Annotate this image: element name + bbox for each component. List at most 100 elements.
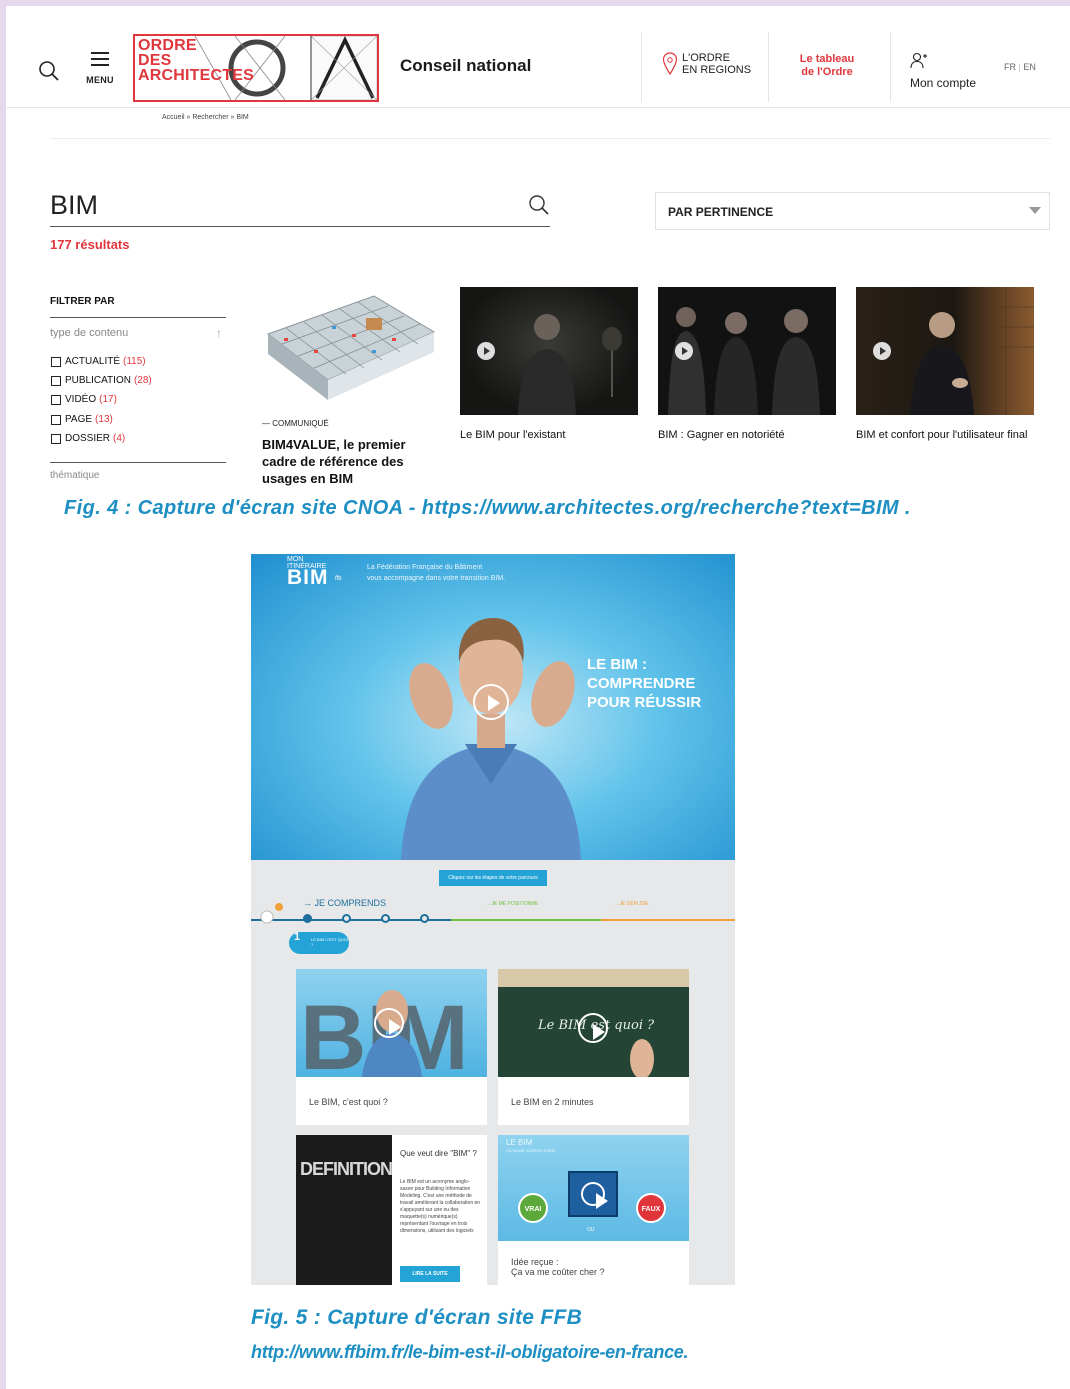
hero-intro: La Fédération Française du Bâtiment vous… [367, 564, 506, 582]
definition-word: DEFINITION [300, 1159, 393, 1179]
ffb-screenshot: MON ITINÉRAIRE BIM ffb La Fédération Fra… [251, 554, 735, 1285]
menu-label: MENU [86, 75, 114, 85]
filter-option-count: (13) [95, 414, 113, 425]
bim-model-image [266, 295, 436, 400]
card-caption: Le BIM en 2 minutes [511, 1097, 594, 1107]
ordre-logo[interactable]: ORDRE DES ARCHITECTES [133, 34, 379, 102]
tableau-link[interactable]: Le tableau de l'Ordre [782, 53, 872, 79]
video-thumbnail[interactable] [856, 287, 1034, 415]
card-media: Le BIM est quoi ? [498, 969, 689, 1079]
filter-option-label: VIDÉO [65, 394, 97, 405]
false-button[interactable]: FAUX [636, 1193, 666, 1223]
filter-group-thematique[interactable]: thématique [50, 470, 99, 481]
search-underline [50, 226, 550, 227]
timeline-step[interactable] [381, 914, 390, 923]
header-divider [641, 32, 642, 102]
timeline-step[interactable] [342, 914, 351, 923]
steps-button[interactable]: Cliquez sur les étapes de votre parcours [439, 870, 547, 886]
content-card[interactable]: LE BIM ÇA VA ME COÛTER CHER VRAI OU FAUX… [498, 1135, 689, 1285]
definition-image: DEFINITION [296, 1135, 393, 1285]
filter-option-publication[interactable]: PUBLICATION (28) [51, 375, 152, 386]
play-icon[interactable] [473, 684, 509, 720]
video-title[interactable]: Le BIM pour l'existant [460, 427, 638, 444]
step-badge[interactable]: 1 LE BIM C'EST QUOI ? [289, 932, 349, 954]
regions-label: L'ORDRE EN REGIONS [682, 52, 752, 76]
checkbox[interactable] [51, 394, 61, 405]
result-thumbnail-bim-model[interactable] [262, 288, 438, 406]
content-card[interactable]: DEFINITION Que veut dire "BIM" ? Le BIM … [296, 1135, 487, 1285]
quiz-or: OU [587, 1227, 595, 1233]
sort-value: PAR PERTINENCE [668, 205, 774, 219]
filter-option-dossier[interactable]: DOSSIER (4) [51, 433, 125, 444]
caret-down-icon [1029, 207, 1041, 214]
language-switch: FR | EN [1004, 62, 1036, 72]
step-label: LE BIM C'EST QUOI ? [311, 937, 348, 947]
hamburger-icon [91, 52, 109, 66]
sort-select[interactable]: PAR PERTINENCE [655, 192, 1050, 230]
figure-caption: Fig. 5 : Capture d'écran site FFB [251, 1306, 583, 1329]
checkbox[interactable] [51, 414, 61, 425]
video-thumbnail[interactable] [658, 287, 836, 415]
filter-option-label: PUBLICATION [65, 375, 131, 386]
ffb-mark: ffb [335, 576, 342, 582]
lang-en[interactable]: EN [1023, 62, 1036, 72]
play-icon[interactable] [374, 1008, 404, 1038]
stage-comprends[interactable]: → JE COMPRENDS [303, 898, 386, 908]
checkbox[interactable] [51, 356, 61, 367]
filter-title: FILTRER PAR [50, 296, 115, 307]
play-icon[interactable] [873, 342, 891, 360]
lang-fr[interactable]: FR [1004, 62, 1016, 72]
search-query[interactable]: BIM [50, 190, 98, 221]
figure-caption: Fig. 4 : Capture d'écran site CNOA - htt… [64, 497, 911, 519]
stage-deploie[interactable]: → JE DÉPLOIE [613, 901, 648, 907]
filter-option-label: DOSSIER [65, 433, 111, 444]
true-button[interactable]: VRAI [518, 1193, 548, 1223]
content-card[interactable]: BIM Le BIM, c'est quoi ? [296, 969, 487, 1125]
timeline-step[interactable] [303, 914, 312, 923]
play-icon[interactable] [675, 342, 693, 360]
brand-logo[interactable]: BIM [287, 566, 329, 590]
filter-option-count: (115) [123, 356, 146, 367]
video-thumbnail[interactable] [460, 287, 638, 415]
play-icon[interactable] [581, 1182, 608, 1209]
timeline-step[interactable] [420, 914, 429, 923]
arrow-up-icon[interactable]: ↑ [216, 326, 222, 340]
site-header: MENU ORDRE DES ARCHITECTES Conseil natio… [6, 28, 1070, 108]
results-count: 177 résultats [50, 237, 130, 252]
quiz-media: LE BIM ÇA VA ME COÛTER CHER VRAI OU FAUX [498, 1135, 689, 1241]
video-title[interactable]: BIM : Gagner en notoriété [658, 427, 836, 444]
user-plus-icon[interactable] [910, 52, 928, 70]
site-title[interactable]: Conseil national [400, 56, 531, 76]
video-title[interactable]: BIM et confort pour l'utilisateur final [856, 427, 1034, 444]
filter-option-count: (17) [99, 394, 117, 405]
content-card[interactable]: Le BIM est quoi ? Le BIM en 2 minutes [498, 969, 689, 1125]
filter-option-actualite[interactable]: ACTUALITÉ (115) [51, 356, 146, 367]
card-caption: Le BIM, c'est quoi ? [309, 1097, 388, 1107]
hero-title: LE BIM : COMPRENDRE POUR RÉUSSIR [587, 656, 702, 711]
account-link[interactable]: Mon compte [910, 76, 976, 90]
search-icon[interactable] [38, 60, 60, 82]
read-more-button[interactable]: LIRE LA SUITE [400, 1266, 460, 1282]
menu-button[interactable]: MENU [80, 50, 120, 90]
filter-option-label: PAGE [65, 414, 93, 425]
play-icon[interactable] [477, 342, 495, 360]
card-title: Que veut dire "BIM" ? [400, 1149, 477, 1158]
filter-option-count: (4) [113, 433, 126, 444]
search-icon[interactable] [528, 194, 550, 216]
result-title[interactable]: BIM4VALUE, le premier cadre de référence… [262, 436, 442, 487]
quiz-title: LE BIM [506, 1138, 533, 1147]
filter-option-page[interactable]: PAGE (13) [51, 414, 113, 425]
stage-positionne[interactable]: → JE ME POSITIONNE [485, 901, 538, 907]
filter-option-count: (28) [133, 375, 152, 386]
logo-text: ORDRE DES ARCHITECTES [138, 37, 254, 84]
checkbox[interactable] [51, 375, 61, 386]
play-icon[interactable] [578, 1013, 608, 1043]
card-caption: Idée reçue : Ça va me coûter cher ? [511, 1257, 605, 1277]
lang-separator: | [1018, 62, 1021, 72]
divider [50, 317, 226, 318]
figure-caption-url[interactable]: http://www.ffbim.fr/le-bim-est-il-obliga… [251, 1342, 689, 1363]
breadcrumb[interactable]: Accueil » Rechercher » BIM [162, 114, 249, 121]
checkbox[interactable] [51, 433, 61, 444]
filter-option-video[interactable]: VIDÉO (17) [51, 394, 117, 405]
filter-group-label[interactable]: type de contenu [50, 327, 128, 339]
